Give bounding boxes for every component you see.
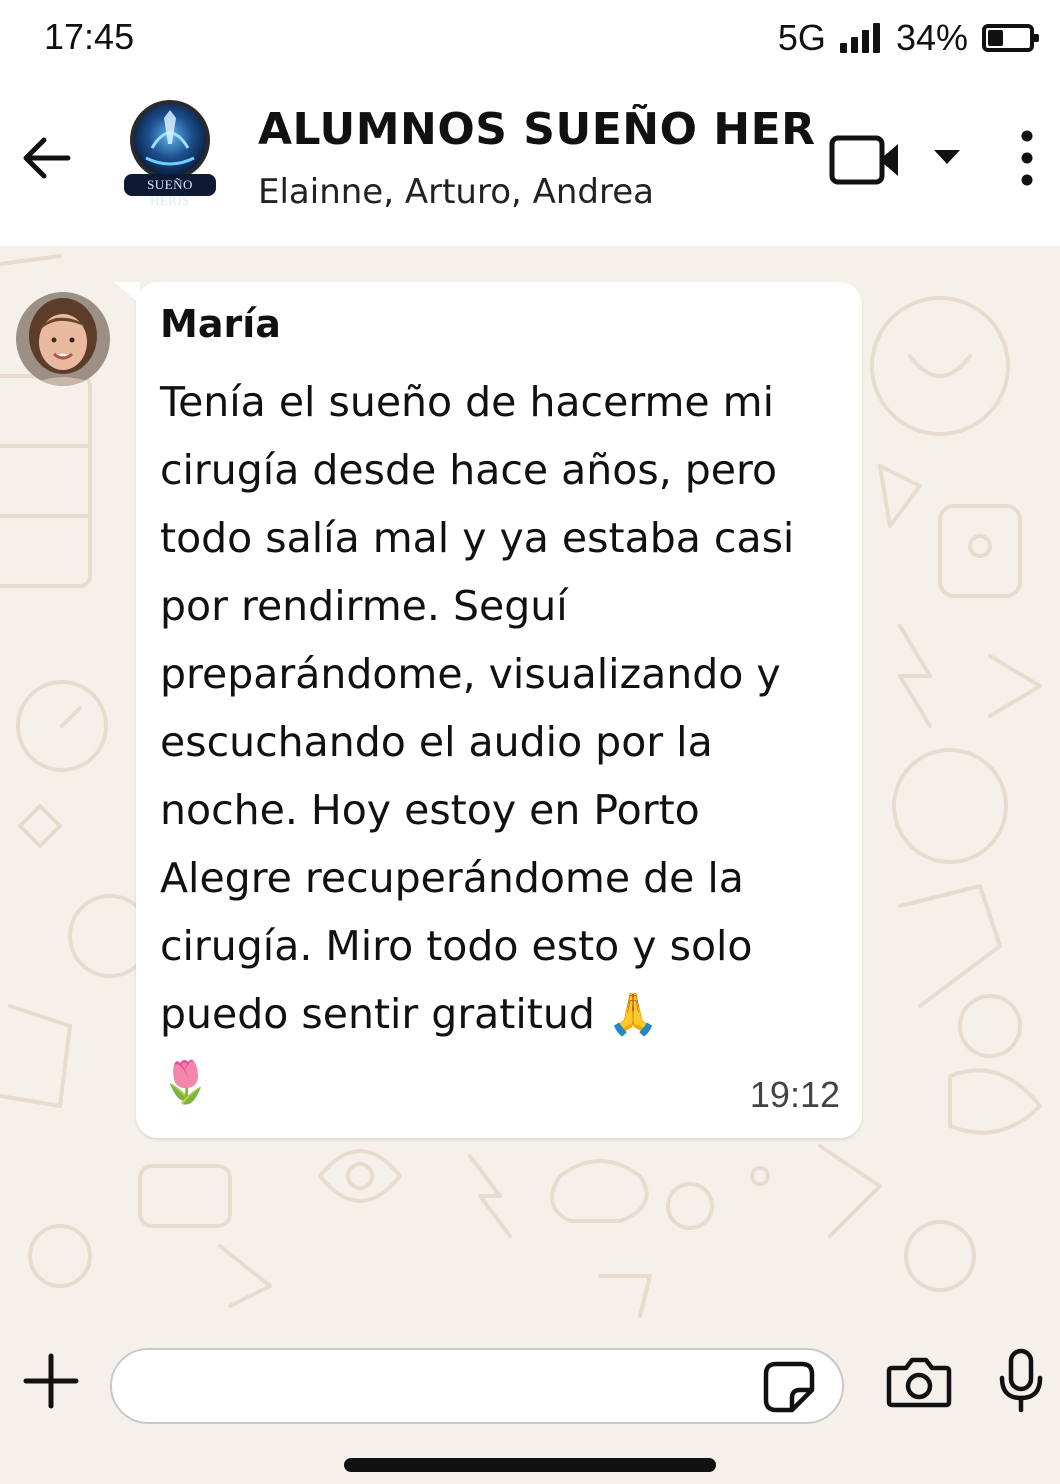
input-bar bbox=[0, 1326, 1060, 1484]
camera-button[interactable] bbox=[886, 1354, 952, 1410]
home-indicator[interactable] bbox=[344, 1458, 716, 1472]
group-avatar[interactable]: SUEÑO HERIS bbox=[122, 98, 218, 208]
battery-icon bbox=[982, 24, 1039, 52]
message-text: Tenía el sueño de hacerme mi cirugía des… bbox=[160, 378, 795, 1106]
group-title[interactable]: ALUMNOS SUEÑO HER... bbox=[258, 104, 818, 155]
chat-area[interactable]: María Tenía el sueño de hacerme mi cirug… bbox=[0, 246, 1060, 1326]
network-type: 5G bbox=[777, 17, 826, 58]
video-call-button[interactable] bbox=[828, 132, 902, 188]
message-timestamp: 19:12 bbox=[749, 1074, 840, 1115]
microphone-button[interactable] bbox=[996, 1348, 1046, 1414]
more-options-button[interactable] bbox=[1010, 128, 1044, 188]
camera-icon bbox=[886, 1357, 952, 1408]
microphone-icon bbox=[999, 1348, 1043, 1413]
group-logo-text: SUEÑO HERIS bbox=[147, 177, 193, 208]
more-vertical-icon bbox=[1021, 130, 1033, 186]
message-input[interactable] bbox=[110, 1348, 844, 1424]
status-bar: 17:45 5G 34% bbox=[0, 0, 1060, 80]
chat-header: SUEÑO HERIS ALUMNOS SUEÑO HER... Elainne… bbox=[0, 80, 1060, 246]
plus-icon bbox=[23, 1353, 79, 1409]
video-camera-icon bbox=[829, 135, 898, 185]
sender-avatar[interactable] bbox=[16, 292, 110, 386]
back-button[interactable] bbox=[18, 130, 74, 186]
caret-down-icon bbox=[934, 150, 960, 164]
profile-photo-icon bbox=[16, 292, 110, 386]
attach-button[interactable] bbox=[22, 1352, 80, 1410]
sender-name: María bbox=[160, 302, 281, 346]
status-time: 17:45 bbox=[44, 16, 135, 57]
call-options-dropdown[interactable] bbox=[930, 142, 964, 172]
sticker-button[interactable] bbox=[762, 1360, 816, 1414]
group-participants[interactable]: Elainne, Arturo, Andrea bbox=[258, 172, 654, 212]
signal-strength-icon bbox=[839, 23, 880, 53]
battery-percentage: 34% bbox=[895, 17, 968, 58]
sticker-icon bbox=[763, 1361, 815, 1413]
status-indicators: 5G 34% bbox=[777, 16, 1039, 60]
message-bubble[interactable]: María Tenía el sueño de hacerme mi cirug… bbox=[114, 282, 862, 1138]
arrow-left-icon bbox=[23, 137, 71, 179]
